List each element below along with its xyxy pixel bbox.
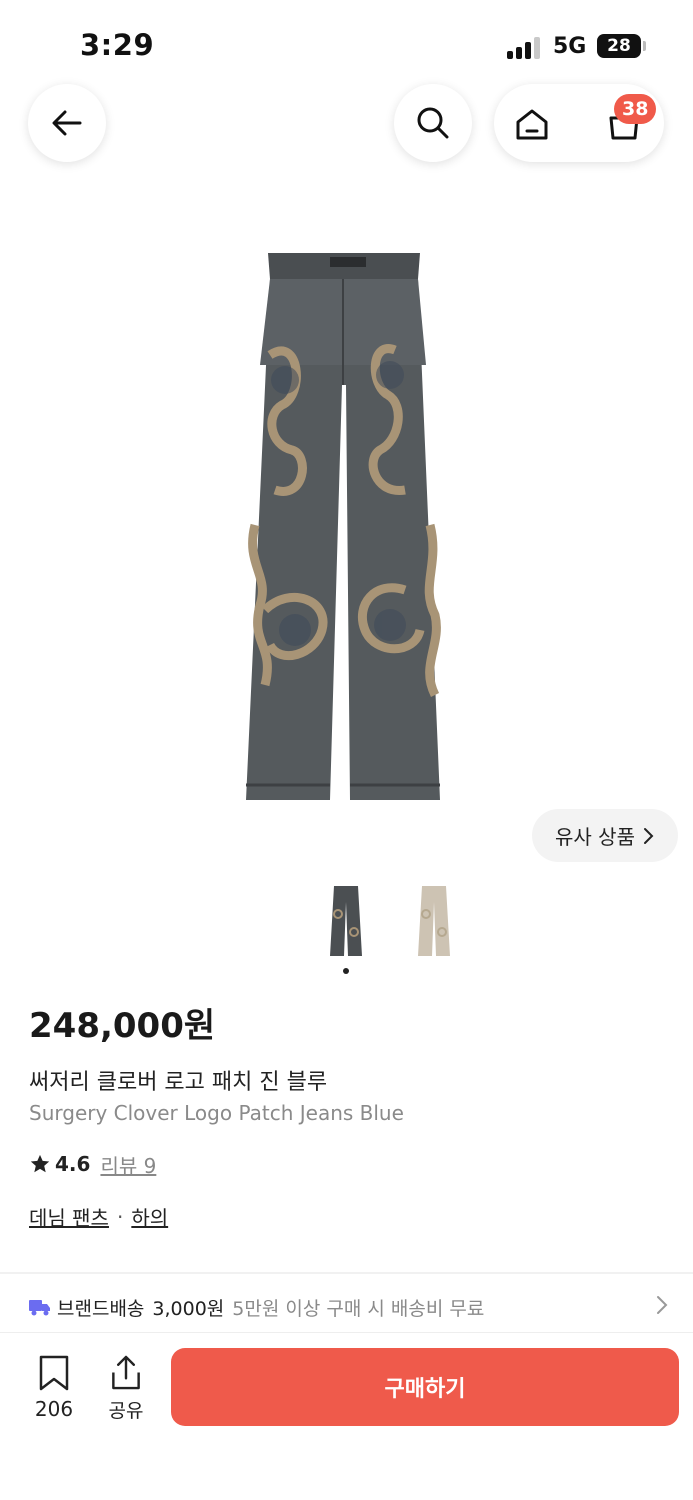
review-link[interactable]: 리뷰 9 [100,1150,156,1179]
share-icon [112,1355,140,1390]
shipping-info-row[interactable]: 브랜드배송 3,000원 5만원 이상 구매 시 배송비 무료 [29,1290,669,1324]
carousel-indicator [343,968,349,974]
arrow-left-icon [52,110,82,136]
category-bottoms[interactable]: 하의 [131,1202,168,1231]
product-image[interactable] [230,245,460,810]
rating-row: 4.6 리뷰 9 [29,1150,156,1178]
category-breadcrumb: 데님 팬츠 · 하의 [29,1202,168,1231]
search-button[interactable] [394,84,472,162]
thumbnail-beige[interactable] [414,884,454,958]
similar-products-label: 유사 상품 [555,825,635,849]
product-price: 248,000원 [29,1006,216,1046]
section-divider [0,1272,693,1274]
chevron-right-icon [657,1296,668,1314]
chevron-right-icon [643,827,654,844]
similar-products-button[interactable]: 유사 상품 [532,809,678,862]
thumbnail-blue[interactable] [326,884,366,958]
save-count: 206 [34,1397,74,1421]
bottom-action-bar: 206 공유 구매하기 [0,1332,693,1500]
product-name-english: Surgery Clover Logo Patch Jeans Blue [29,1101,404,1125]
bookmark-icon [39,1355,69,1391]
star-icon [30,1154,50,1173]
share-label: 공유 [108,1400,144,1422]
home-icon [516,109,548,140]
jeans-image [246,253,441,800]
buy-button[interactable]: 구매하기 [171,1348,679,1426]
signal-icon [507,37,543,59]
battery-tip [643,41,646,51]
status-bar: 3:29 5G 28 [0,0,693,90]
save-button[interactable]: 206 [28,1355,80,1423]
shipping-note: 5만원 이상 구매 시 배송비 무료 [232,1297,485,1320]
network-type: 5G [553,34,587,59]
rating-value: 4.6 [55,1152,91,1176]
status-time: 3:29 [80,28,155,62]
search-icon [417,107,449,139]
shipping-fee: 3,000원 [152,1297,225,1320]
battery-icon: 28 [597,34,641,58]
shipping-label: 브랜드배송 [57,1297,145,1320]
image-thumbnails [0,884,693,964]
category-separator: · [116,1204,124,1229]
cart-count-badge: 38 [614,94,657,124]
share-button[interactable]: 공유 [100,1355,152,1423]
product-name-korean: 써저리 클로버 로고 패치 진 블루 [29,1070,328,1095]
category-denim-pants[interactable]: 데님 팬츠 [29,1202,109,1231]
truck-icon [29,1300,50,1316]
home-button[interactable] [512,104,552,144]
back-button[interactable] [28,84,106,162]
